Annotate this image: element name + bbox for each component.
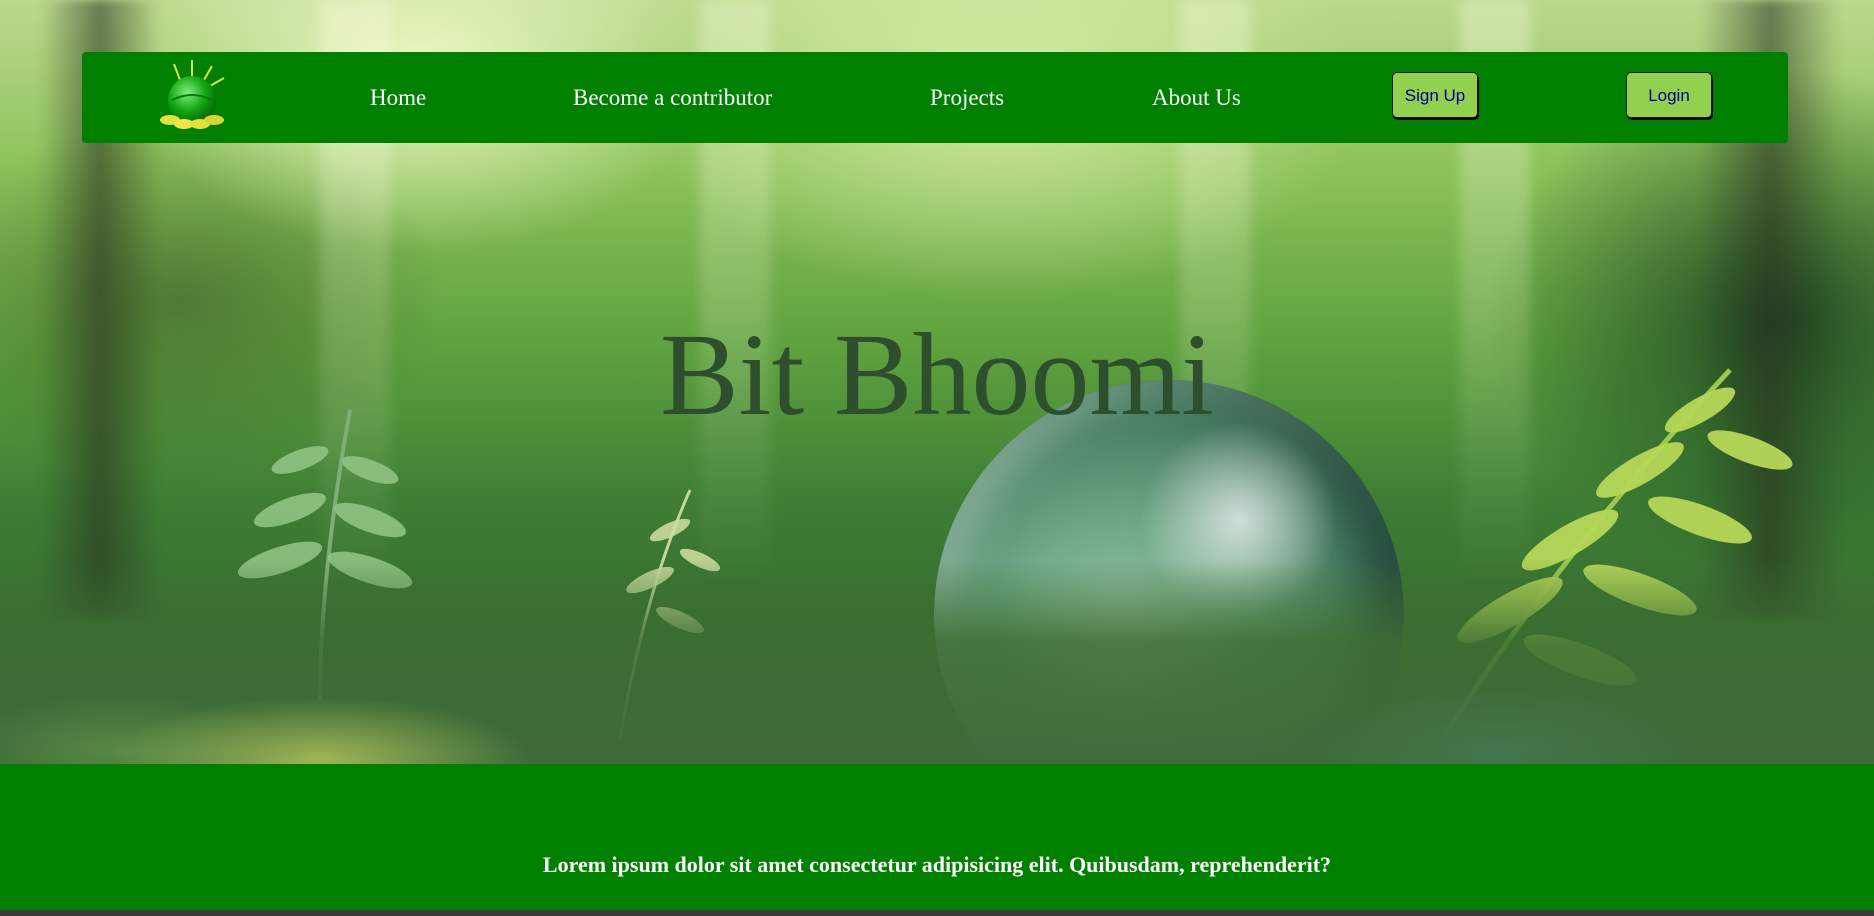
- nav-home-link[interactable]: Home: [370, 52, 426, 143]
- nav-become-contributor-link[interactable]: Become a contributor: [573, 52, 772, 143]
- login-button[interactable]: Login: [1626, 72, 1712, 118]
- bottom-edge: [0, 910, 1874, 916]
- globe-logo-icon[interactable]: [152, 60, 232, 134]
- moss-ground-image: [0, 560, 1874, 764]
- navbar: Home Become a contributor Projects About…: [82, 52, 1788, 143]
- nav-about-us-link[interactable]: About Us: [1152, 52, 1241, 143]
- page: Home Become a contributor Projects About…: [0, 0, 1874, 916]
- nav-projects-link[interactable]: Projects: [930, 52, 1004, 143]
- hero-title: Bit Bhoomi: [659, 309, 1215, 440]
- signup-button[interactable]: Sign Up: [1392, 72, 1478, 118]
- info-band: Lorem ipsum dolor sit amet consectetur a…: [0, 764, 1874, 910]
- band-text: Lorem ipsum dolor sit amet consectetur a…: [542, 852, 1332, 877]
